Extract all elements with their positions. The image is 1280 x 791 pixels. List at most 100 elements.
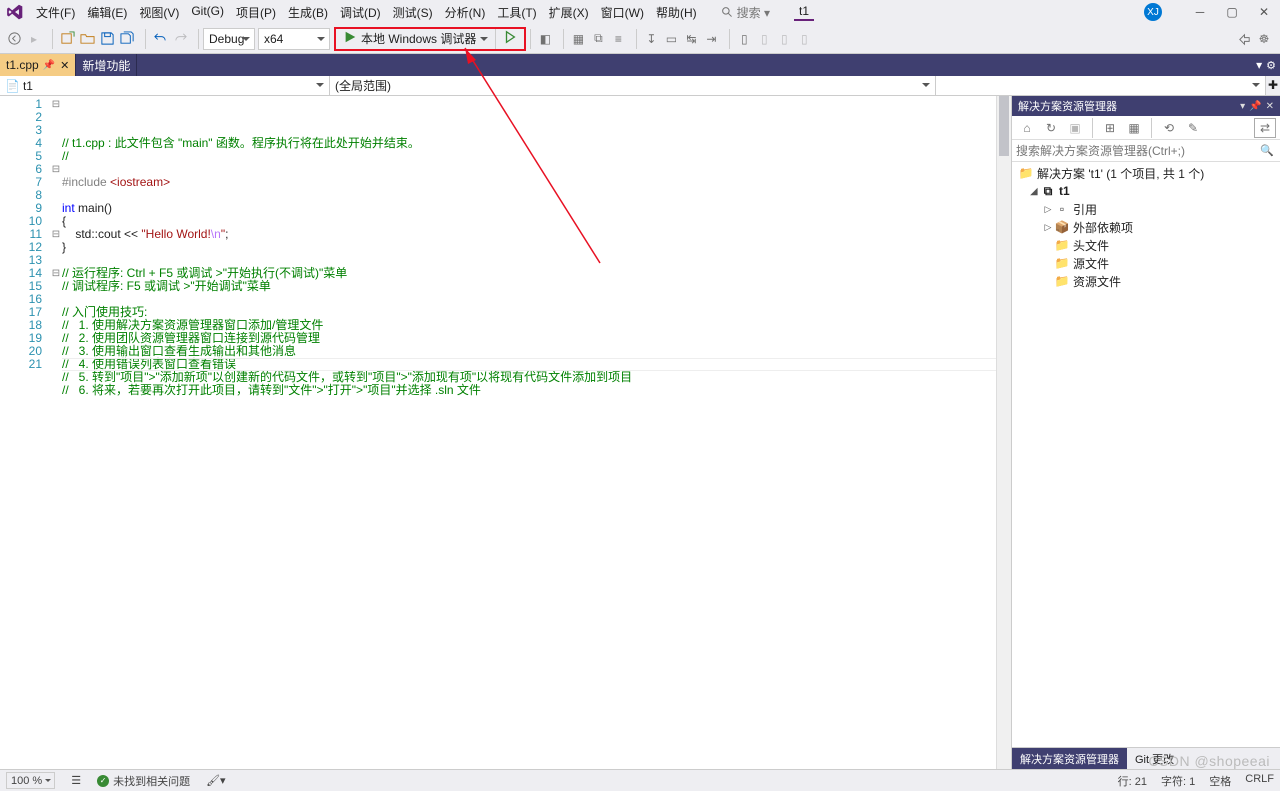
- zoom-combo[interactable]: 100 %: [6, 772, 55, 789]
- main-menu: 文件(F)编辑(E)视图(V)Git(G)项目(P)生成(B)调试(D)测试(S…: [30, 1, 703, 24]
- se-btn-7[interactable]: ✎: [1182, 118, 1204, 138]
- menu-编辑(E)[interactable]: 编辑(E): [81, 1, 133, 24]
- tree-node[interactable]: ▷📦外部依赖项: [1012, 218, 1280, 236]
- scope-combo[interactable]: 📄 t1: [0, 76, 330, 95]
- expander-icon[interactable]: ◢: [1028, 186, 1040, 197]
- solution-search[interactable]: 搜索解决方案资源管理器(Ctrl+;): [1012, 140, 1280, 162]
- panel-close-icon[interactable]: ✕: [1266, 101, 1274, 112]
- menu-扩展(X)[interactable]: 扩展(X): [543, 1, 595, 24]
- play-outline-icon: [503, 30, 517, 47]
- document-tab[interactable]: t1.cpp📌✕: [0, 54, 76, 76]
- solution-explorer-header[interactable]: 解决方案资源管理器 ▾📌✕: [1012, 96, 1280, 116]
- editor-scrollbar[interactable]: [996, 96, 1011, 769]
- status-indent[interactable]: 空格: [1209, 773, 1231, 789]
- nav-forward-button[interactable]: ▸: [24, 28, 44, 50]
- se-btn-2[interactable]: ↻: [1040, 118, 1062, 138]
- tab-dropdown-button[interactable]: ▾: [1256, 58, 1262, 72]
- fold-gutter[interactable]: ⊟⊟⊟⊟: [50, 96, 62, 769]
- undo-button[interactable]: [150, 28, 170, 50]
- tb-icon-10[interactable]: ▯: [754, 28, 774, 50]
- se-btn-4[interactable]: ⊞: [1099, 118, 1121, 138]
- se-home-button[interactable]: ⌂: [1016, 118, 1038, 138]
- tb-icon-5[interactable]: ↧: [641, 28, 661, 50]
- tree-node[interactable]: ▷▫引用: [1012, 200, 1280, 218]
- save-all-button[interactable]: [117, 28, 137, 50]
- new-project-button[interactable]: [57, 28, 77, 50]
- tb-icon-3[interactable]: ⧉: [588, 28, 608, 50]
- menu-帮助(H)[interactable]: 帮助(H): [650, 1, 703, 24]
- menu-分析(N)[interactable]: 分析(N): [439, 1, 492, 24]
- tb-icon-2[interactable]: ▦: [568, 28, 588, 50]
- tb-icon-12[interactable]: ▯: [794, 28, 814, 50]
- se-btn-6[interactable]: ⟲: [1158, 118, 1180, 138]
- code-editor[interactable]: 123456789101112131415161718192021 ⊟⊟⊟⊟ /…: [0, 96, 1011, 769]
- live-share-button[interactable]: [1234, 28, 1254, 50]
- redo-button[interactable]: [170, 28, 190, 50]
- tb-icon-11[interactable]: ▯: [774, 28, 794, 50]
- menu-项目(P)[interactable]: 项目(P): [230, 1, 282, 24]
- menu-测试(S)[interactable]: 测试(S): [387, 1, 439, 24]
- menu-调试(D)[interactable]: 调试(D): [334, 1, 387, 24]
- close-button[interactable]: ✕: [1248, 0, 1280, 24]
- issues-status[interactable]: ✓未找到相关问题: [97, 773, 190, 789]
- toolbar: ▸ Debug x64 本地 Windows 调试器 ◧ ▦ ⧉ ≡ ↧: [0, 24, 1280, 54]
- tree-node[interactable]: 📁源文件: [1012, 254, 1280, 272]
- menu-工具(T)[interactable]: 工具(T): [491, 1, 542, 24]
- start-without-debugging-button[interactable]: [498, 28, 522, 50]
- tree-solution-node[interactable]: 📁解决方案 't1' (1 个项目, 共 1 个): [1012, 164, 1280, 182]
- tb-icon-7[interactable]: ↹: [681, 28, 701, 50]
- titlebar: 文件(F)编辑(E)视图(V)Git(G)项目(P)生成(B)调试(D)测试(S…: [0, 0, 1280, 24]
- status-line[interactable]: 行: 21: [1118, 773, 1147, 789]
- status-crlf[interactable]: CRLF: [1245, 773, 1274, 789]
- nav-back-button[interactable]: [4, 28, 24, 50]
- window-controls: XJ ─ ▢ ✕: [1144, 0, 1280, 24]
- platform-combo[interactable]: x64: [258, 28, 330, 50]
- tree-project-node[interactable]: ◢⧉t1: [1012, 182, 1280, 200]
- se-switch-view-button[interactable]: ⇄: [1254, 118, 1276, 138]
- split-button[interactable]: ✚: [1266, 76, 1280, 95]
- solution-explorer-panel: 解决方案资源管理器 ▾ 📌 ✕ ⌂ ↻ ▣ ⊞ ▦ ⟲ ✎ ⇄ 搜索解决方案资源管理…: [1011, 96, 1280, 769]
- tree-node[interactable]: 📁资源文件: [1012, 272, 1280, 290]
- start-debugging-button[interactable]: 本地 Windows 调试器: [338, 28, 493, 50]
- errors-button[interactable]: ☰: [71, 774, 81, 787]
- solution-tree[interactable]: 📁解决方案 't1' (1 个项目, 共 1 个) ◢⧉t1 ▷▫引用▷📦外部依…: [1012, 162, 1280, 747]
- chevron-down-icon: [480, 37, 488, 45]
- function-combo[interactable]: [936, 76, 1266, 95]
- side-tab-solution[interactable]: 解决方案资源管理器: [1012, 748, 1127, 769]
- se-btn-5[interactable]: ▦: [1123, 118, 1145, 138]
- panel-pin-icon[interactable]: 📌: [1249, 101, 1261, 112]
- menu-窗口(W)[interactable]: 窗口(W): [595, 1, 650, 24]
- menu-Git(G)[interactable]: Git(G): [185, 1, 230, 24]
- maximize-button[interactable]: ▢: [1216, 0, 1248, 24]
- menu-视图(V)[interactable]: 视图(V): [133, 1, 185, 24]
- play-icon: [343, 30, 357, 47]
- tb-icon-6[interactable]: ▭: [661, 28, 681, 50]
- menu-文件(F)[interactable]: 文件(F): [30, 1, 81, 24]
- search-box[interactable]: 搜索 ▾: [721, 4, 770, 21]
- tb-icon-9[interactable]: ▯: [734, 28, 754, 50]
- vs-logo-icon: [6, 3, 24, 21]
- brush-button[interactable]: 🖌▾: [206, 774, 226, 787]
- code-area[interactable]: // t1.cpp : 此文件包含 "main" 函数。程序执行将在此处开始并结…: [62, 96, 996, 769]
- tb-icon-4[interactable]: ≡: [608, 28, 628, 50]
- panel-dropdown-icon[interactable]: ▾: [1240, 101, 1245, 112]
- open-file-button[interactable]: [77, 28, 97, 50]
- save-button[interactable]: [97, 28, 117, 50]
- line-number-gutter: 123456789101112131415161718192021: [0, 96, 50, 769]
- menu-生成(B)[interactable]: 生成(B): [282, 1, 334, 24]
- tab-settings-button[interactable]: ⚙: [1266, 59, 1276, 72]
- member-combo[interactable]: (全局范围): [330, 76, 936, 95]
- status-char[interactable]: 字符: 1: [1161, 773, 1195, 789]
- tb-icon-8[interactable]: ⇥: [701, 28, 721, 50]
- feedback-button[interactable]: ☸: [1254, 28, 1274, 50]
- se-btn-3[interactable]: ▣: [1064, 118, 1086, 138]
- status-ok-icon: ✓: [97, 775, 109, 787]
- document-tabs: t1.cpp📌✕新增功能 ▾ ⚙: [0, 54, 1280, 76]
- tb-icon-1[interactable]: ◧: [535, 28, 555, 50]
- solution-name-tag[interactable]: t1: [794, 3, 814, 21]
- tree-node[interactable]: 📁头文件: [1012, 236, 1280, 254]
- minimize-button[interactable]: ─: [1184, 0, 1216, 24]
- config-combo[interactable]: Debug: [203, 28, 255, 50]
- account-avatar[interactable]: XJ: [1144, 3, 1162, 21]
- document-tab[interactable]: 新增功能: [76, 54, 137, 76]
